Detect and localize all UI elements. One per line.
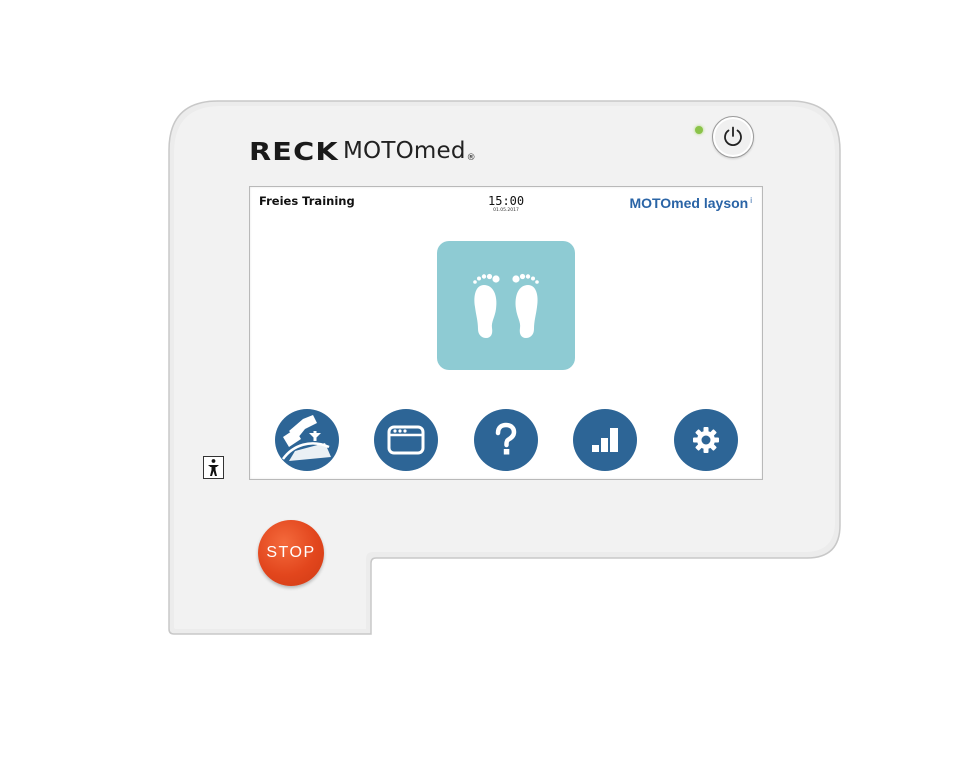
pedal-walker-icon xyxy=(281,415,331,461)
stop-button[interactable]: STOP xyxy=(258,520,324,586)
body-type-symbol-icon xyxy=(203,456,224,479)
settings-button[interactable] xyxy=(674,409,738,471)
programs-button[interactable] xyxy=(374,409,438,471)
clock-time: 15:00 xyxy=(488,194,525,208)
product-logo: MOTOmed® xyxy=(343,138,476,164)
motomed-device: RECK MOTOmed® STOP Freies Training 15:00… xyxy=(0,0,960,782)
training-mode-tile[interactable] xyxy=(437,241,575,370)
power-icon xyxy=(724,126,742,147)
brand-logo: RECK xyxy=(249,137,339,166)
gear-icon xyxy=(693,427,719,453)
power-button[interactable] xyxy=(712,116,754,158)
help-icon xyxy=(495,422,517,455)
clock-date: 01.05.2017 xyxy=(493,208,519,213)
product-name: MOTOmed xyxy=(343,138,466,164)
model-label: MOTOmed layson xyxy=(629,195,749,211)
feet-icon xyxy=(473,273,539,338)
pedal-walker-button[interactable] xyxy=(275,409,339,471)
page-title: Freies Training xyxy=(259,194,355,208)
power-led-indicator xyxy=(695,126,703,134)
stop-label: STOP xyxy=(266,544,316,561)
touch-screen: Freies Training 15:00 01.05.2017 MOTOmed… xyxy=(249,186,763,480)
model-superscript: i xyxy=(750,196,752,205)
statistics-button[interactable] xyxy=(573,409,637,471)
window-icon xyxy=(387,425,425,455)
help-button[interactable] xyxy=(474,409,538,471)
registered-mark: ® xyxy=(466,153,476,163)
bar-chart-icon xyxy=(592,428,618,452)
model-name: MOTOmed layson i xyxy=(629,195,752,211)
